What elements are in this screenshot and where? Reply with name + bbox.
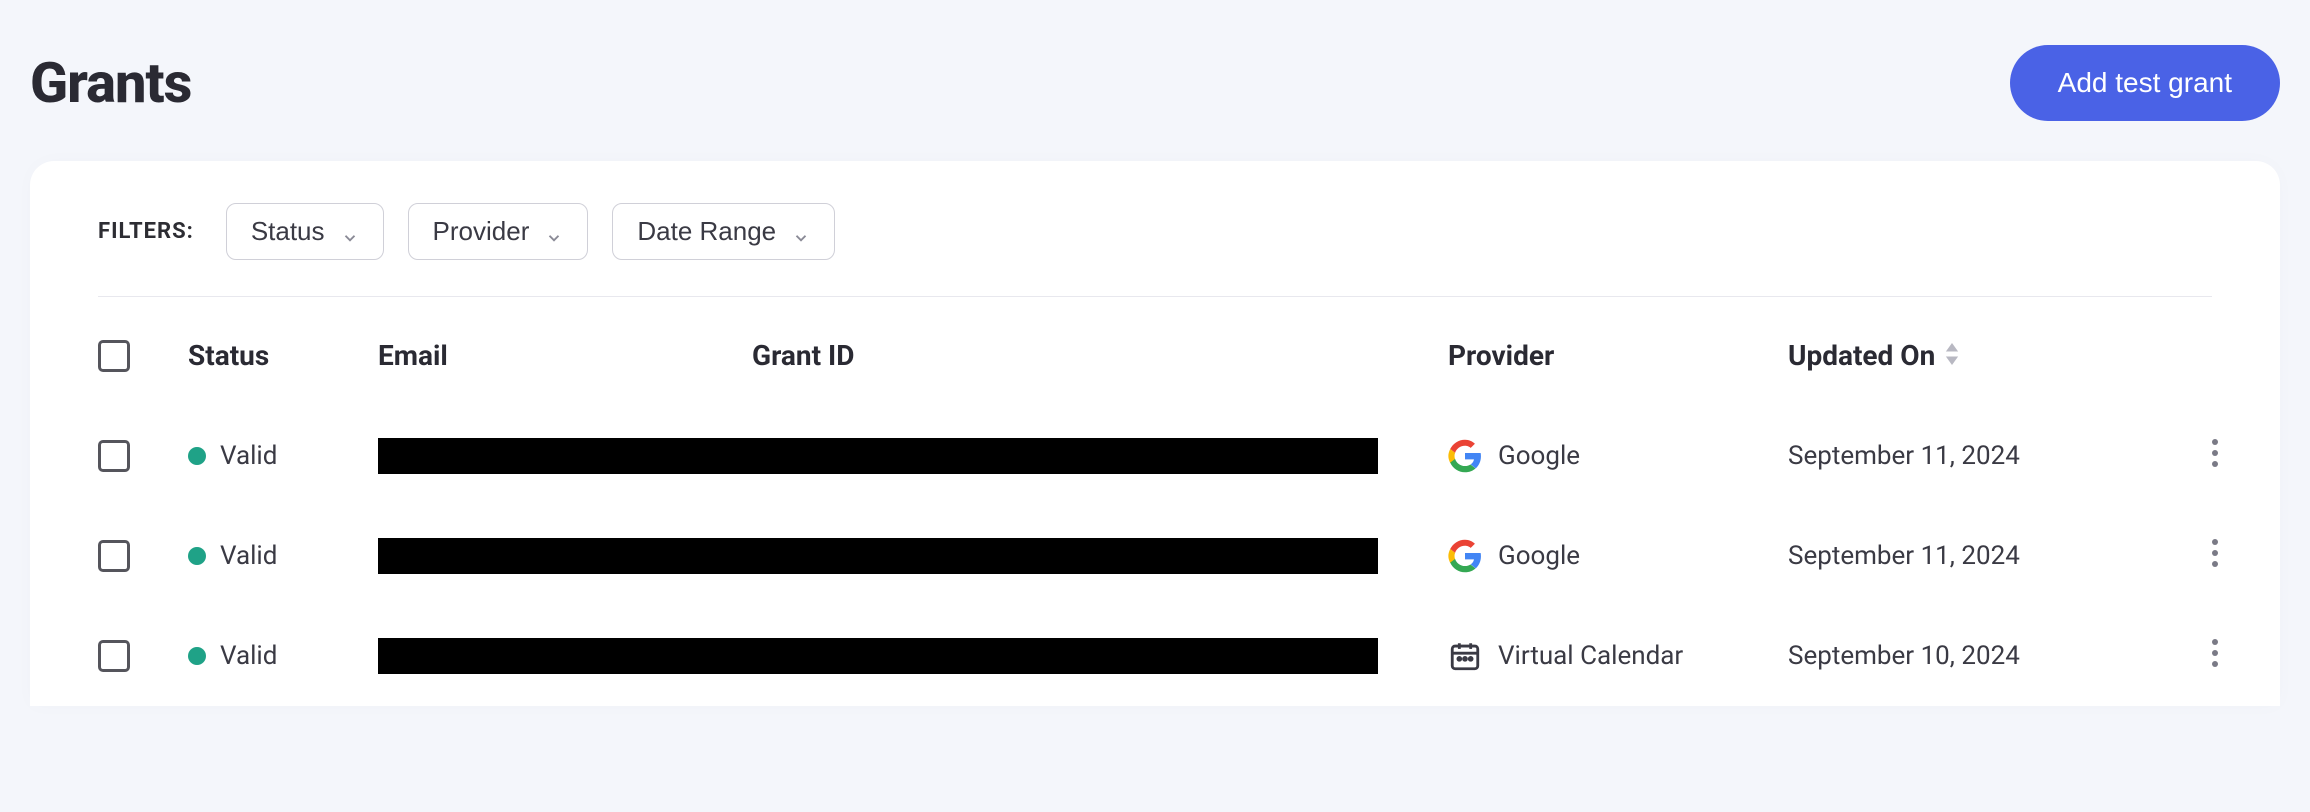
calendar-icon (1448, 639, 1482, 673)
chevron-down-icon (341, 223, 359, 241)
column-grant-id: Grant ID (752, 339, 854, 372)
add-test-grant-button[interactable]: Add test grant (2010, 45, 2280, 121)
row-checkbox[interactable] (98, 540, 130, 572)
table-row: Valid Google September 11, 2024 (98, 406, 2212, 506)
column-updated-on[interactable]: Updated On (1788, 339, 2138, 372)
updated-on-text: September 10, 2024 (1788, 641, 2138, 671)
sort-icon (1943, 339, 1961, 372)
updated-on-text: September 11, 2024 (1788, 441, 2138, 471)
column-provider: Provider (1448, 339, 1788, 372)
more-actions-icon[interactable] (2212, 539, 2218, 574)
status-text: Valid (220, 641, 277, 671)
status-dot-icon (188, 547, 206, 565)
select-all-checkbox[interactable] (98, 340, 130, 372)
provider-text: Virtual Calendar (1498, 641, 1683, 671)
redacted-email-grantid (378, 538, 1378, 574)
row-checkbox[interactable] (98, 640, 130, 672)
more-actions-icon[interactable] (2212, 439, 2218, 474)
page-title: Grants (30, 50, 191, 116)
chevron-down-icon (545, 223, 563, 241)
provider-text: Google (1498, 441, 1580, 471)
status-dot-icon (188, 647, 206, 665)
status-text: Valid (220, 541, 277, 571)
filter-provider[interactable]: Provider (408, 203, 589, 260)
filters-label: FILTERS: (98, 219, 194, 244)
table-row: Valid Virtual Calendar Sept (98, 606, 2212, 706)
google-icon (1448, 439, 1482, 473)
filter-date-range[interactable]: Date Range (612, 203, 835, 260)
filter-status[interactable]: Status (226, 203, 384, 260)
redacted-email-grantid (378, 438, 1378, 474)
filter-status-label: Status (251, 216, 325, 247)
status-dot-icon (188, 447, 206, 465)
row-checkbox[interactable] (98, 440, 130, 472)
provider-text: Google (1498, 541, 1580, 571)
redacted-email-grantid (378, 638, 1378, 674)
google-icon (1448, 539, 1482, 573)
column-email: Email (378, 339, 752, 372)
chevron-down-icon (792, 223, 810, 241)
filter-date-range-label: Date Range (637, 216, 776, 247)
table-row: Valid Google September 11, 2024 (98, 506, 2212, 606)
more-actions-icon[interactable] (2212, 639, 2218, 674)
filter-provider-label: Provider (433, 216, 530, 247)
column-updated-on-label: Updated On (1788, 339, 1935, 372)
table-header: Status Email Grant ID Provider Updated O… (98, 297, 2212, 406)
updated-on-text: September 11, 2024 (1788, 541, 2138, 571)
status-text: Valid (220, 441, 277, 471)
column-status: Status (188, 339, 378, 372)
grants-card: FILTERS: Status Provider Date Range (30, 161, 2280, 706)
filters-row: FILTERS: Status Provider Date Range (98, 203, 2212, 297)
